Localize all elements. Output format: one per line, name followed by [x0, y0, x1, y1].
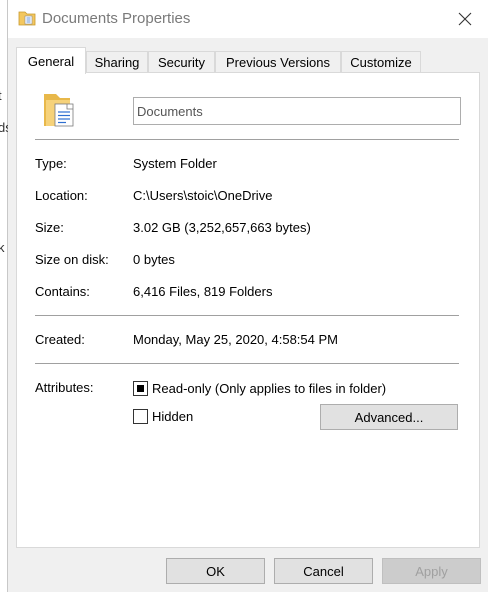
- folder-icon: [18, 10, 36, 26]
- size-on-disk-value: 0 bytes: [133, 252, 175, 267]
- contains-label: Contains:: [35, 284, 90, 299]
- title-bar[interactable]: Documents Properties: [8, 0, 488, 38]
- properties-dialog: Documents Properties General Sharing Sec…: [8, 0, 488, 592]
- created-label: Created:: [35, 332, 85, 347]
- background-text: t: [0, 88, 2, 103]
- window-title: Documents Properties: [42, 10, 191, 27]
- advanced-button[interactable]: Advanced...: [320, 404, 458, 430]
- documents-folder-icon: [40, 90, 84, 130]
- created-value: Monday, May 25, 2020, 4:58:54 PM: [133, 332, 338, 347]
- background-window-edge: t ds k: [0, 0, 12, 592]
- hidden-checkbox-row[interactable]: Hidden: [133, 409, 193, 424]
- tab-customize[interactable]: Customize: [341, 51, 421, 73]
- attributes-label: Attributes:: [35, 380, 94, 395]
- ok-button[interactable]: OK: [166, 558, 265, 584]
- background-text: k: [0, 240, 5, 255]
- readonly-checkbox-row[interactable]: Read-only (Only applies to files in fold…: [133, 381, 386, 396]
- readonly-checkbox[interactable]: [133, 381, 148, 396]
- hidden-label: Hidden: [152, 409, 194, 424]
- type-label: Type:: [35, 156, 67, 171]
- close-icon: [458, 12, 472, 26]
- hidden-checkbox[interactable]: [133, 409, 148, 424]
- location-value: C:\Users\stoic\OneDrive: [133, 188, 273, 203]
- folder-name-input[interactable]: [133, 97, 461, 125]
- tab-security[interactable]: Security: [148, 51, 215, 73]
- size-on-disk-label: Size on disk:: [35, 252, 109, 267]
- separator: [35, 363, 459, 364]
- size-label: Size:: [35, 220, 64, 235]
- separator: [35, 315, 459, 316]
- apply-button[interactable]: Apply: [382, 558, 481, 584]
- location-label: Location:: [35, 188, 88, 203]
- contains-value: 6,416 Files, 819 Folders: [133, 284, 273, 299]
- type-value: System Folder: [133, 156, 217, 171]
- readonly-label: Read-only (Only applies to files in fold…: [152, 381, 387, 396]
- size-value: 3.02 GB (3,252,657,663 bytes): [133, 220, 311, 235]
- tab-general[interactable]: General: [16, 47, 86, 74]
- general-tab-panel: Type: System Folder Location: C:\Users\s…: [16, 72, 480, 548]
- tab-sharing[interactable]: Sharing: [86, 51, 148, 73]
- close-button[interactable]: [442, 0, 488, 38]
- tab-previous-versions[interactable]: Previous Versions: [215, 51, 341, 73]
- cancel-button[interactable]: Cancel: [274, 558, 373, 584]
- separator: [35, 139, 459, 140]
